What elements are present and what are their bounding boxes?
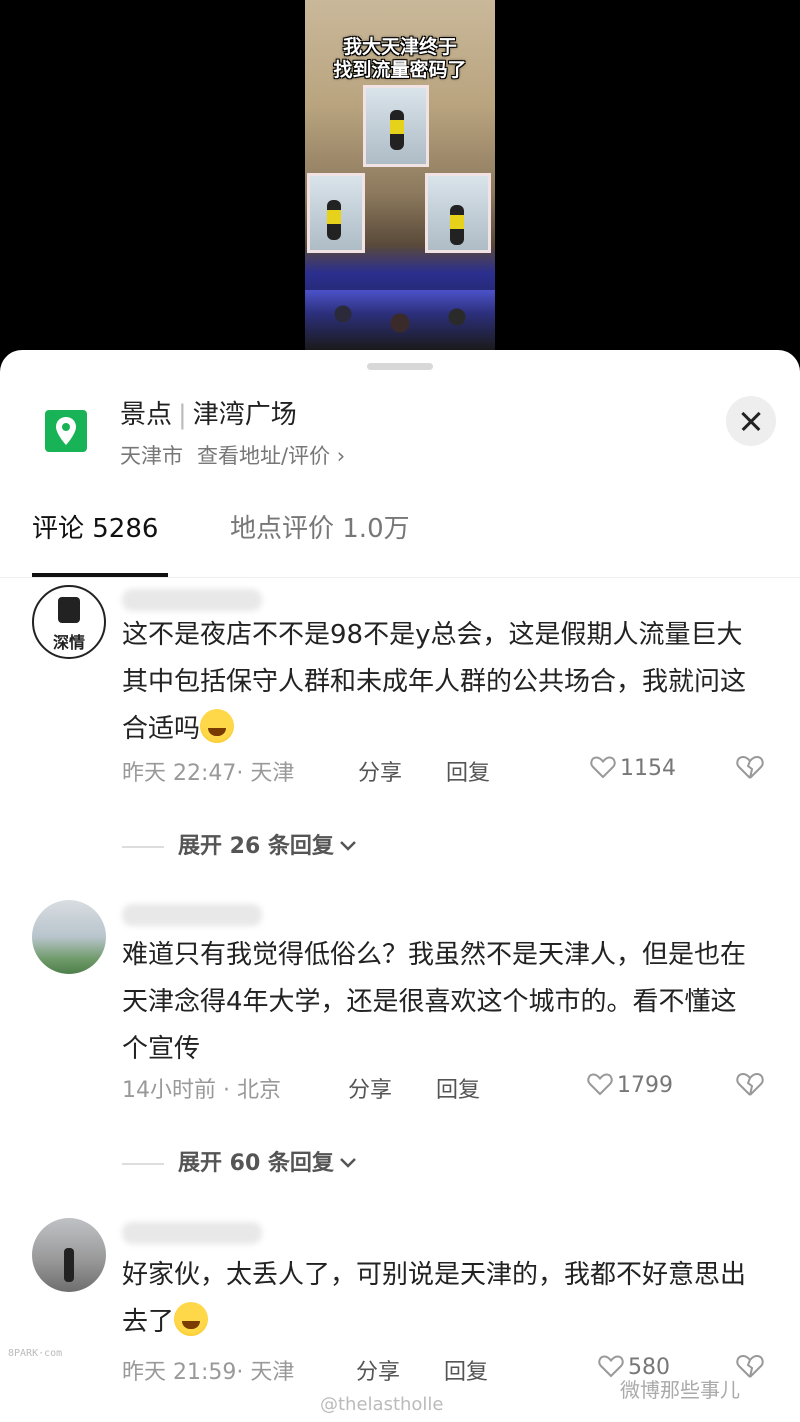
avatar[interactable] bbox=[32, 1218, 106, 1292]
share-button[interactable]: 分享 bbox=[356, 1354, 400, 1386]
expand-label: 展开 60 条回复 bbox=[178, 1151, 334, 1176]
location-city: 天津市 bbox=[120, 444, 183, 468]
dislike-button[interactable] bbox=[736, 754, 764, 786]
share-button[interactable]: 分享 bbox=[348, 1072, 392, 1104]
caption-line: 找到流量密码了 bbox=[333, 59, 467, 81]
divider bbox=[122, 1163, 164, 1165]
caption-line: 我大天津终于 bbox=[342, 36, 457, 58]
avatar-text: 深情 bbox=[52, 633, 85, 652]
heart-icon bbox=[590, 756, 616, 779]
expand-label: 展开 26 条回复 bbox=[178, 834, 334, 859]
comment-body: 好家伙，太丢人了，可别说是天津的，我都不好意思出去了 bbox=[122, 1260, 747, 1337]
location-subtitle[interactable]: 天津市 查看地址/评价 › bbox=[120, 440, 345, 470]
dislike-button[interactable] bbox=[736, 1353, 764, 1385]
reply-button[interactable]: 回复 bbox=[444, 1354, 488, 1386]
comment-meta: 昨天 22:47· 天津 分享 回复 1154 bbox=[122, 754, 782, 787]
expand-replies-button[interactable]: 展开 60 条回复 bbox=[122, 1145, 358, 1177]
watermark-site: 8PARK·com bbox=[8, 1348, 63, 1359]
like-button[interactable]: 1799 bbox=[587, 1072, 673, 1098]
like-count: 1154 bbox=[620, 756, 676, 781]
comment-time: 昨天 21:59· 天津 bbox=[122, 1360, 295, 1385]
watermark-handle: @thelastholle bbox=[320, 1394, 444, 1415]
location-name: 津湾广场 bbox=[192, 400, 297, 430]
dancer bbox=[327, 200, 341, 240]
reply-button[interactable]: 回复 bbox=[446, 755, 490, 787]
rofl-emoji-icon bbox=[174, 1302, 209, 1336]
dislike-button[interactable] bbox=[736, 1071, 764, 1103]
comment-text: 难道只有我觉得低俗么？我虽然不是天津人，但是也在天津念得4年大学，还是很喜欢这个… bbox=[122, 940, 747, 1064]
chevron-down-icon bbox=[338, 1151, 358, 1176]
broken-heart-icon bbox=[736, 1072, 764, 1096]
comment-time: 14小时前 · 北京 bbox=[122, 1078, 281, 1103]
location-pin-icon bbox=[45, 410, 87, 452]
location-title[interactable]: 景点 | 津湾广场 bbox=[120, 394, 297, 431]
close-button[interactable] bbox=[726, 396, 776, 446]
drag-handle[interactable] bbox=[367, 363, 433, 370]
video-frame[interactable]: 我大天津终于 找到流量密码了 bbox=[305, 0, 495, 350]
watermark-weibo: 微博那些事儿 bbox=[620, 1378, 740, 1402]
comment-meta: 14小时前 · 北京 分享 回复 1799 bbox=[122, 1071, 782, 1104]
sweat-smile-emoji-icon bbox=[200, 709, 235, 743]
crowd bbox=[305, 290, 495, 350]
comment-text: 这不是夜店不不是98不是y总会，这是假期人流量巨大其中包括保守人群和未成年人群的… bbox=[122, 612, 762, 753]
broken-heart-icon bbox=[736, 755, 764, 779]
video-area[interactable]: 我大天津终于 找到流量密码了 bbox=[0, 0, 800, 380]
tab-comments[interactable]: 评论 5286 bbox=[32, 508, 158, 545]
comment-text: 好家伙，太丢人了，可别说是天津的，我都不好意思出去了 bbox=[122, 1252, 762, 1346]
title-separator: | bbox=[178, 400, 187, 430]
divider bbox=[0, 577, 800, 578]
like-count: 1799 bbox=[617, 1073, 673, 1098]
expand-replies-button[interactable]: 展开 26 条回复 bbox=[122, 828, 358, 860]
avatar[interactable]: 深情 bbox=[32, 585, 106, 659]
comment-time: 昨天 22:47· 天津 bbox=[122, 761, 295, 786]
broken-heart-icon bbox=[736, 1354, 764, 1378]
heart-icon bbox=[587, 1073, 613, 1096]
divider bbox=[122, 846, 164, 848]
username-blurred[interactable] bbox=[122, 904, 262, 926]
chevron-down-icon bbox=[338, 834, 358, 859]
comments-sheet: 景点 | 津湾广场 天津市 查看地址/评价 › 评论 5286 地点评价 1.0万 深… bbox=[0, 350, 800, 1422]
reply-button[interactable]: 回复 bbox=[436, 1072, 480, 1104]
share-button[interactable]: 分享 bbox=[358, 755, 402, 787]
view-address-link[interactable]: 查看地址/评价 › bbox=[197, 444, 345, 468]
video-caption: 我大天津终于 找到流量密码了 bbox=[305, 36, 495, 82]
dancer bbox=[450, 205, 464, 245]
location-category: 景点 bbox=[120, 400, 173, 430]
like-button[interactable]: 1154 bbox=[590, 755, 676, 781]
username-blurred[interactable] bbox=[122, 589, 262, 611]
avatar[interactable] bbox=[32, 900, 106, 974]
tab-location-rating[interactable]: 地点评价 1.0万 bbox=[230, 508, 410, 545]
username-blurred[interactable] bbox=[122, 1222, 262, 1244]
dancer bbox=[390, 110, 404, 150]
